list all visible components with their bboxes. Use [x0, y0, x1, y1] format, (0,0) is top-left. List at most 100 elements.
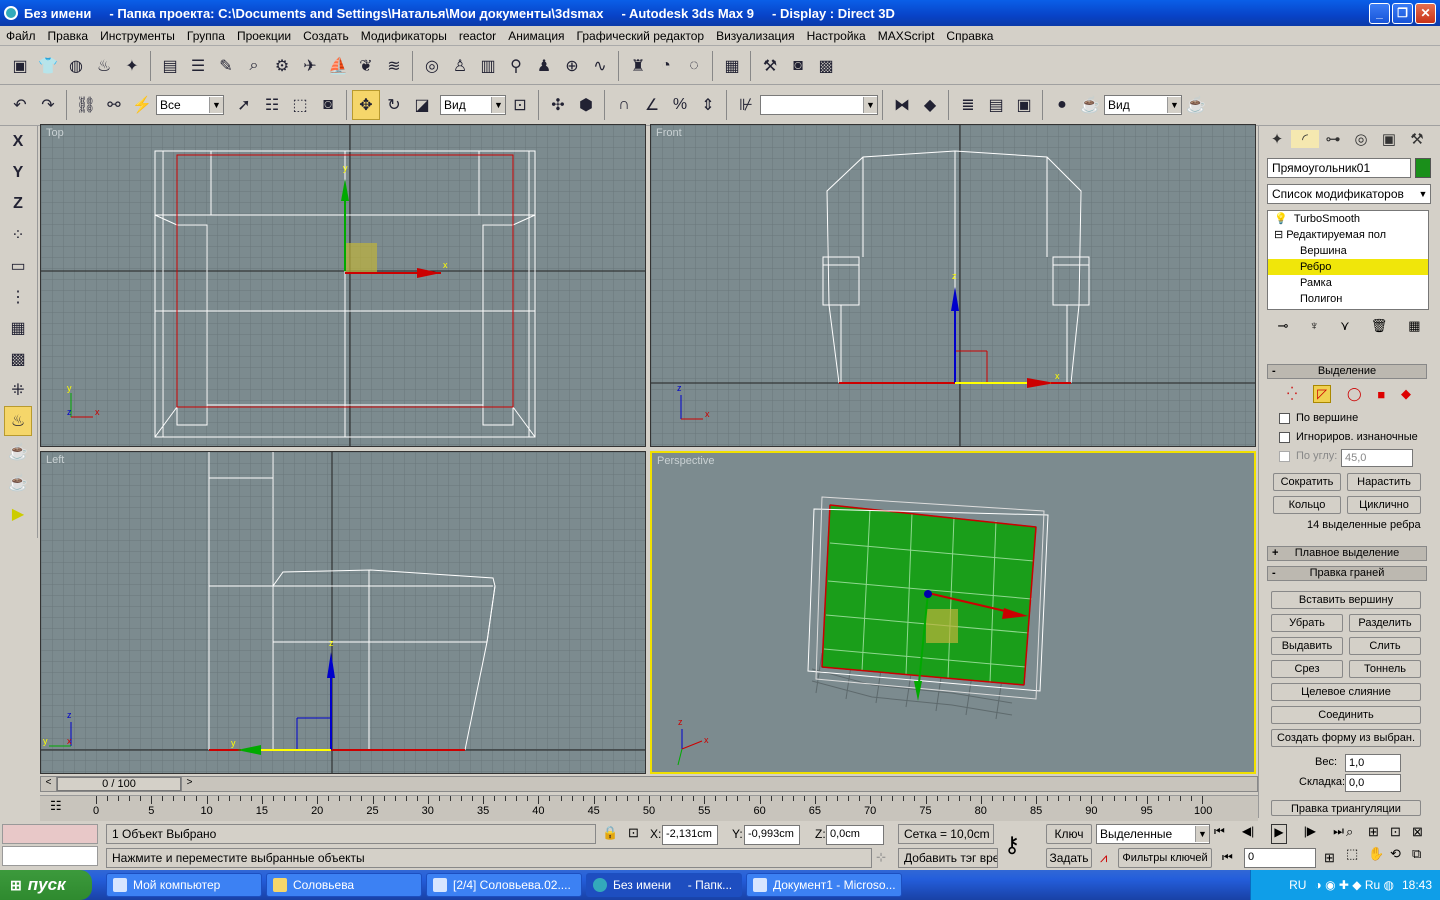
weld-button[interactable]: Слить	[1349, 637, 1421, 655]
selection-rollout-header[interactable]: - Выделение	[1267, 364, 1427, 379]
menu-rendering[interactable]: Визуализация	[710, 29, 801, 43]
can-icon[interactable]: ▥	[474, 51, 502, 81]
menu-graph-editors[interactable]: Графический редактор	[571, 29, 711, 43]
close-button[interactable]: ✕	[1415, 2, 1436, 24]
mini-curve-icon[interactable]: ☷	[50, 798, 62, 814]
filter-icon[interactable]: ⊹	[876, 850, 886, 864]
lamp-icon[interactable]: ♨	[90, 51, 118, 81]
camera-icon[interactable]: ◙	[784, 51, 812, 81]
insert-vertex-button[interactable]: Вставить вершину	[1271, 591, 1421, 609]
menu-help[interactable]: Справка	[940, 29, 999, 43]
arc-rotate-icon[interactable]: ⟲	[1390, 846, 1412, 868]
z-coord-field[interactable]: 0,0cm	[826, 825, 884, 845]
spinner-snap-icon[interactable]: ⇕	[694, 90, 722, 120]
track-bar[interactable]: ☷ 0 5 10 15 20 25 30 35 40 45 50 55 60 65 70 75 80 85 90 95…	[40, 795, 1258, 821]
prev-frame-icon[interactable]: ◀|	[1242, 824, 1254, 844]
menu-maxscript[interactable]: MAXScript	[872, 29, 941, 43]
window-crossing-icon[interactable]: ◙	[314, 90, 342, 120]
select-icon[interactable]: ➚	[230, 90, 258, 120]
element-mode-icon[interactable]: ◆	[1401, 386, 1411, 402]
region-zoom-icon[interactable]: ⬚	[1346, 846, 1368, 868]
shirt-icon[interactable]: 👕	[34, 51, 62, 81]
restore-button[interactable]: ❐	[1392, 2, 1413, 24]
task-word[interactable]: Документ1 - Microso...	[746, 873, 902, 897]
remove-modifier-icon[interactable]: 🗑	[1371, 318, 1388, 340]
create-shape-button[interactable]: Создать форму из выбран.	[1271, 729, 1421, 747]
next-frame-icon[interactable]: |▶	[1304, 824, 1316, 844]
task-image-viewer[interactable]: [2/4] Соловьева.02....	[426, 873, 582, 897]
task-folder[interactable]: Соловьева	[266, 873, 422, 897]
menu-views[interactable]: Проекции	[231, 29, 297, 43]
split-button[interactable]: Разделить	[1349, 614, 1421, 632]
y-axis-icon[interactable]: Y	[4, 158, 32, 188]
task-3dsmax[interactable]: Без имени - Папк...	[586, 873, 742, 897]
target-weld-button[interactable]: Целевое слияние	[1271, 683, 1421, 701]
render-setup-icon[interactable]: ☕	[1076, 90, 1104, 120]
unlink-icon[interactable]: ⚯	[100, 90, 128, 120]
border-mode-icon[interactable]: ◯	[1347, 386, 1362, 402]
viewport-label-left[interactable]: Left	[46, 454, 64, 466]
maximize-viewport-icon[interactable]: ⧉	[1412, 846, 1434, 868]
by-angle-checkbox[interactable]: По углу:	[1279, 450, 1337, 462]
z-axis-icon[interactable]: Z	[4, 189, 32, 219]
percent-snap-icon[interactable]: %	[666, 90, 694, 120]
redo-icon[interactable]: ↷	[34, 90, 62, 120]
zoom-icon[interactable]: ⌕	[1346, 824, 1368, 846]
menu-file[interactable]: Файл	[0, 29, 42, 43]
stack-item-turbosmooth[interactable]: 💡 TurboSmooth	[1268, 211, 1428, 227]
play-icon[interactable]: ▶	[4, 499, 32, 529]
move-icon[interactable]: ✥	[352, 90, 380, 120]
create-tab-icon[interactable]: ✦	[1263, 130, 1291, 148]
undo-icon[interactable]: ↶	[6, 90, 34, 120]
link-icon[interactable]: ⛓	[72, 90, 100, 120]
magnifier-icon[interactable]: ⌕	[240, 51, 268, 81]
make-unique-icon[interactable]: ⋎	[1340, 318, 1350, 340]
menu-customize[interactable]: Настройка	[801, 29, 872, 43]
rect-select-icon[interactable]: ⬚	[286, 90, 314, 120]
maxscript-input-mini[interactable]	[2, 846, 98, 866]
auto-key-button[interactable]: Ключ	[1046, 824, 1092, 844]
edit-triangulation-button[interactable]: Правка триангуляции	[1271, 800, 1421, 816]
zoom-extents-all-icon[interactable]: ⊠	[1412, 824, 1434, 846]
maxscript-listener-mini[interactable]	[2, 824, 98, 844]
menu-tools[interactable]: Инструменты	[94, 29, 181, 43]
absolute-mode-icon[interactable]: ⊡	[628, 825, 639, 841]
viewport-top[interactable]: x y y x z Top	[40, 124, 646, 447]
snap-icon[interactable]: ∩	[610, 90, 638, 120]
spacing-icon[interactable]: ⋮	[4, 282, 32, 312]
chamfer-button[interactable]: Срез	[1271, 660, 1343, 678]
spheres-icon[interactable]: ⁜	[4, 375, 32, 405]
by-vertex-checkbox[interactable]: По вершине	[1279, 412, 1358, 424]
stack-item-polygon[interactable]: Полигон	[1268, 291, 1428, 307]
lock-icon[interactable]: 🔒	[602, 825, 618, 841]
film-icon[interactable]: ▩	[812, 51, 840, 81]
angle-snap-icon[interactable]: ∠	[638, 90, 666, 120]
ruler-icon[interactable]: ▭	[4, 251, 32, 281]
minimize-button[interactable]: _	[1369, 2, 1390, 24]
time-slider[interactable]: < 0 / 100 >	[40, 776, 1258, 792]
menu-modifiers[interactable]: Модификаторы	[355, 29, 453, 43]
mirror-icon[interactable]: ⧓	[888, 90, 916, 120]
plane-icon[interactable]: ✈	[296, 51, 324, 81]
wave-icon[interactable]: ≋	[380, 51, 408, 81]
tools-icon[interactable]: ⚒	[756, 51, 784, 81]
named-selection-dropdown[interactable]: ▼	[760, 95, 878, 115]
hair-icon[interactable]: ◌	[680, 51, 708, 81]
meter-icon[interactable]: ◔	[652, 51, 680, 81]
pin-icon[interactable]: ✦	[118, 51, 146, 81]
loop-button[interactable]: Циклично	[1347, 496, 1421, 514]
play-button-icon[interactable]: ▶	[1271, 824, 1287, 844]
time-next-icon[interactable]: >	[181, 777, 197, 791]
crease-spinner[interactable]: 0,0	[1345, 774, 1401, 792]
grow-button[interactable]: Нарастить	[1347, 473, 1421, 491]
viewport-left[interactable]: y z z y x Left	[40, 451, 646, 774]
manipulate-icon[interactable]: ✣	[544, 90, 572, 120]
viewport-label-front[interactable]: Front	[656, 127, 682, 139]
time-prev-icon[interactable]: <	[41, 777, 57, 791]
ref-coord-dropdown[interactable]: Вид ▼	[440, 95, 506, 115]
gear-icon[interactable]: ⚙	[268, 51, 296, 81]
material-editor-icon[interactable]: ●	[1048, 90, 1076, 120]
start-button[interactable]: ⊞ пуск	[0, 870, 92, 900]
objects-tab-icon[interactable]: ▣	[6, 51, 34, 81]
bridge-button[interactable]: Тоннель	[1349, 660, 1421, 678]
